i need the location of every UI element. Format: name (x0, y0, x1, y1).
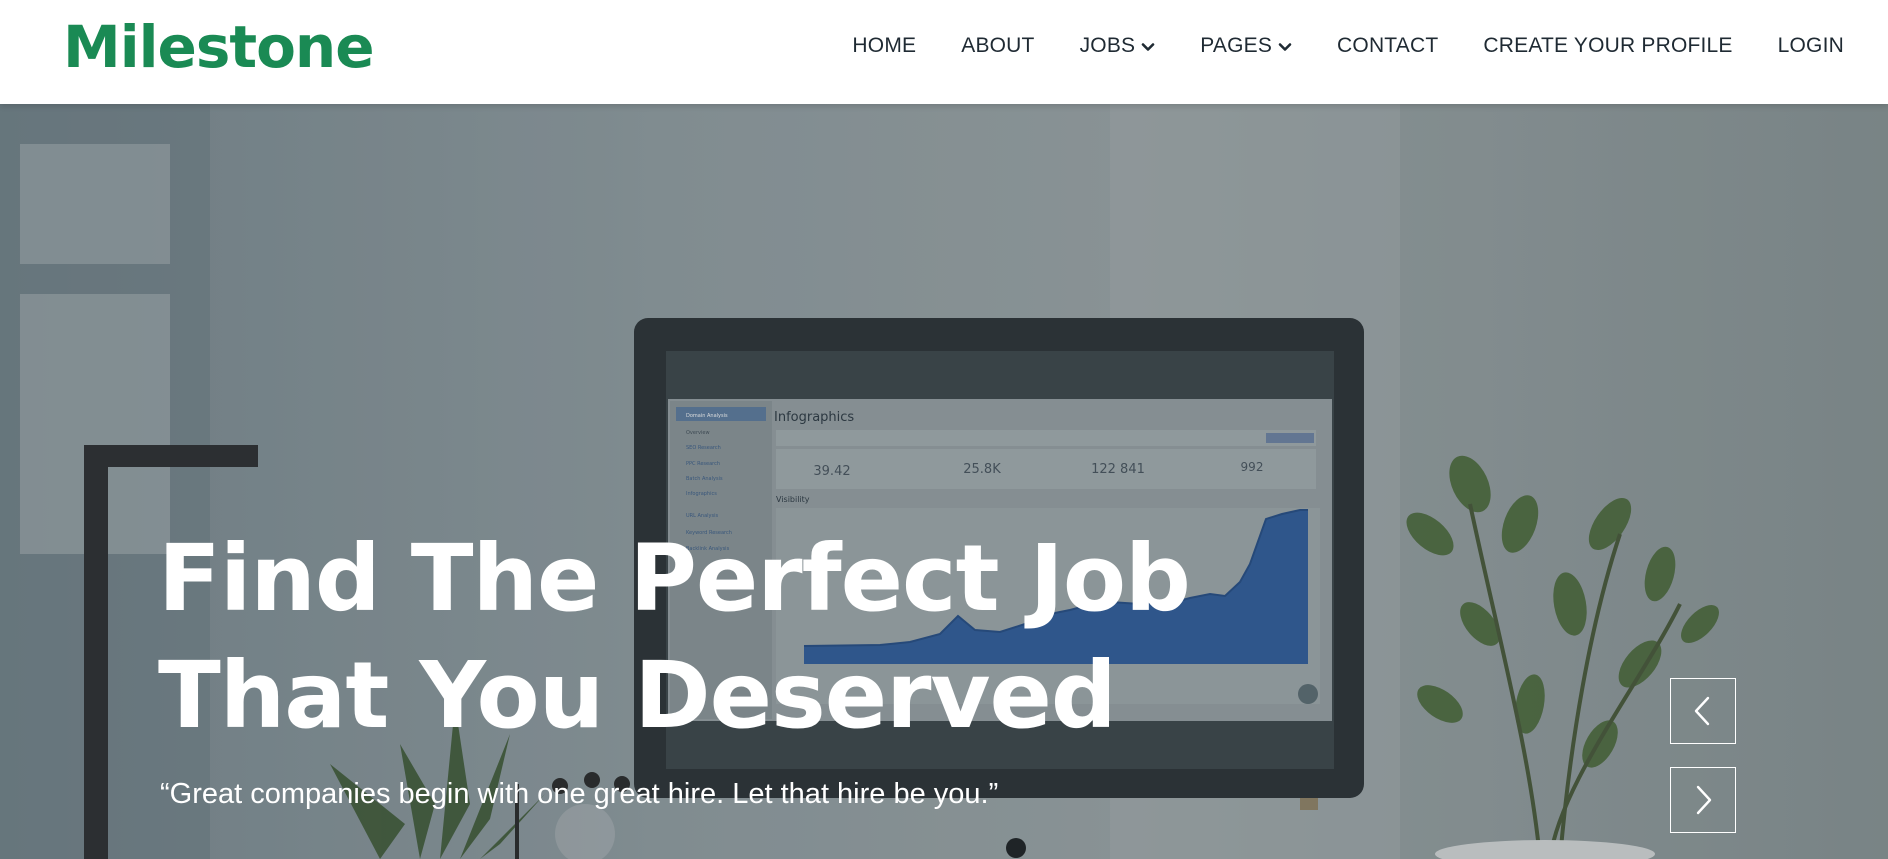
hero-title-line-2: That You Deserved (158, 642, 1117, 749)
nav-create-profile[interactable]: CREATE YOUR PROFILE (1483, 34, 1732, 58)
chevron-down-icon (1278, 43, 1292, 51)
nav-home-label: HOME (852, 34, 917, 57)
chevron-right-icon (1696, 785, 1712, 815)
nav-pages[interactable]: PAGES (1200, 34, 1292, 58)
nav-jobs[interactable]: JOBS (1080, 34, 1156, 58)
brand-logo[interactable]: Milestone (63, 12, 375, 82)
nav-login-label: LOGIN (1777, 34, 1844, 57)
carousel-next-button[interactable] (1670, 767, 1736, 833)
nav-login[interactable]: LOGIN (1778, 34, 1844, 58)
hero-title: Find The Perfect Job That You Deserved (158, 520, 1191, 754)
hero-title-line-1: Find The Perfect Job (158, 525, 1191, 632)
chevron-left-icon (1694, 696, 1710, 726)
hero-section: Domain Analysis Overview SEO Research PP… (0, 104, 1888, 859)
nav-pages-label: PAGES (1200, 34, 1273, 57)
nav-create-profile-label: CREATE YOUR PROFILE (1483, 34, 1733, 57)
nav-jobs-label: JOBS (1079, 34, 1136, 57)
nav-contact-label: CONTACT (1337, 34, 1439, 57)
hero-quote: “Great companies begin with one great hi… (160, 778, 999, 810)
nav-about[interactable]: ABOUT (961, 34, 1034, 58)
site-header: Milestone HOME ABOUT JOBS PAGES CONTACT … (0, 0, 1888, 104)
nav-about-label: ABOUT (961, 34, 1035, 57)
main-nav: HOME ABOUT JOBS PAGES CONTACT CREATE YOU… (807, 0, 1844, 92)
chevron-down-icon (1141, 43, 1155, 51)
nav-home[interactable]: HOME (852, 34, 916, 58)
nav-contact[interactable]: CONTACT (1337, 34, 1438, 58)
carousel-prev-button[interactable] (1670, 678, 1736, 744)
